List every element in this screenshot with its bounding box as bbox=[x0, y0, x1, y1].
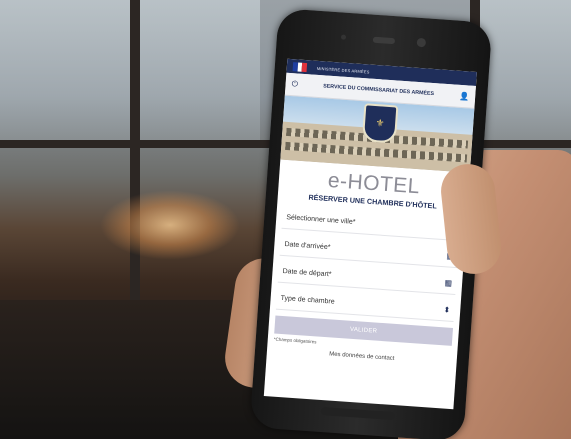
service-title: SERVICE DU COMMISSARIAT DES ARMÉES bbox=[322, 83, 435, 98]
window-pane bbox=[140, 0, 260, 140]
booking-form: Sélectionner une ville* 👍 Date d'arrivée… bbox=[273, 205, 461, 366]
city-select-label: Sélectionner une ville* bbox=[286, 213, 356, 226]
phone-sensor bbox=[340, 34, 347, 40]
window-pane bbox=[480, 0, 571, 140]
ministry-label: MINISTÈRE DES ARMÉES bbox=[316, 65, 370, 75]
phone-bottom-bezel bbox=[320, 406, 396, 421]
sunset-glow bbox=[100, 190, 240, 260]
french-flag-icon bbox=[292, 61, 308, 72]
arrival-date-label: Date d'arrivée* bbox=[284, 240, 331, 251]
sort-arrows-icon: ⬍ bbox=[443, 304, 451, 315]
power-icon[interactable]: ⏻ bbox=[291, 79, 298, 89]
departure-date-label: Date de départ* bbox=[282, 267, 332, 278]
building-banner: ⚜ bbox=[280, 95, 475, 173]
emblem-shield-icon: ⚜ bbox=[361, 103, 399, 144]
photo-scene: MINISTÈRE DES ARMÉES ⏻ SERVICE DU COMMIS… bbox=[0, 0, 571, 439]
window-pane bbox=[0, 0, 130, 140]
user-icon[interactable]: 👤 bbox=[459, 91, 470, 101]
phone-camera bbox=[416, 37, 427, 48]
room-type-label: Type de chambre bbox=[280, 294, 335, 306]
calendar-icon: ▦ bbox=[444, 277, 453, 288]
phone-speaker bbox=[372, 36, 396, 45]
flag-stripe-red bbox=[301, 62, 308, 72]
